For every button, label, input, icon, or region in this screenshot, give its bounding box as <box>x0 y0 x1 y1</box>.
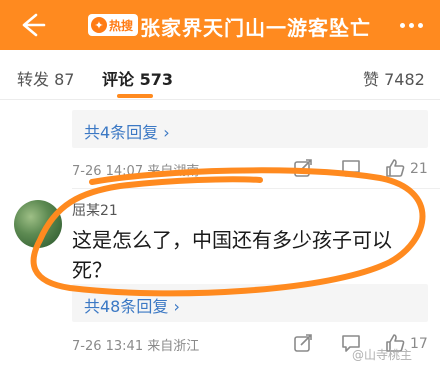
hot-search-badge: ✦ 热搜 <box>88 14 139 36</box>
comment-meta: 7-26 14:07 来自湖南 <box>72 164 200 179</box>
like-icon[interactable] <box>384 157 406 179</box>
comment-username[interactable]: 屈某21 <box>72 200 118 220</box>
tab-comments[interactable]: 评论 573 <box>102 66 173 90</box>
comment-text: 这是怎么了，中国还有多少孩子可以死？ <box>72 228 392 282</box>
more-options-icon[interactable] <box>393 10 429 40</box>
tab-reposts[interactable]: 转发 87 <box>17 66 74 90</box>
view-replies-link[interactable]: 共48条回复 › <box>84 293 180 317</box>
top-bar: ✦ 热搜 张家界天门山一游客坠亡 <box>0 0 440 50</box>
comment-meta: 7-26 13:41 来自浙江 <box>72 339 200 354</box>
like-count: 17 <box>410 336 428 352</box>
share-icon[interactable] <box>292 157 314 179</box>
replies-block: 共4条回复 › <box>72 110 428 148</box>
flame-icon: ✦ <box>91 17 107 33</box>
divider <box>72 188 440 189</box>
like-count: 21 <box>410 161 428 177</box>
active-tab-indicator <box>117 94 153 98</box>
page-title: 张家界天门山一游客坠亡 <box>140 16 371 40</box>
view-replies-link[interactable]: 共4条回复 › <box>84 119 170 143</box>
comment-icon[interactable] <box>340 157 362 179</box>
watermark: @山寺桃主 <box>352 348 413 362</box>
tab-likes[interactable]: 赞 7482 <box>363 66 425 90</box>
share-icon[interactable] <box>292 332 314 354</box>
back-arrow-icon[interactable] <box>14 8 48 42</box>
tab-bar: 转发 87 评论 573 赞 7482 <box>0 50 440 100</box>
replies-block: 共48条回复 › <box>72 284 428 322</box>
avatar[interactable] <box>14 200 62 248</box>
